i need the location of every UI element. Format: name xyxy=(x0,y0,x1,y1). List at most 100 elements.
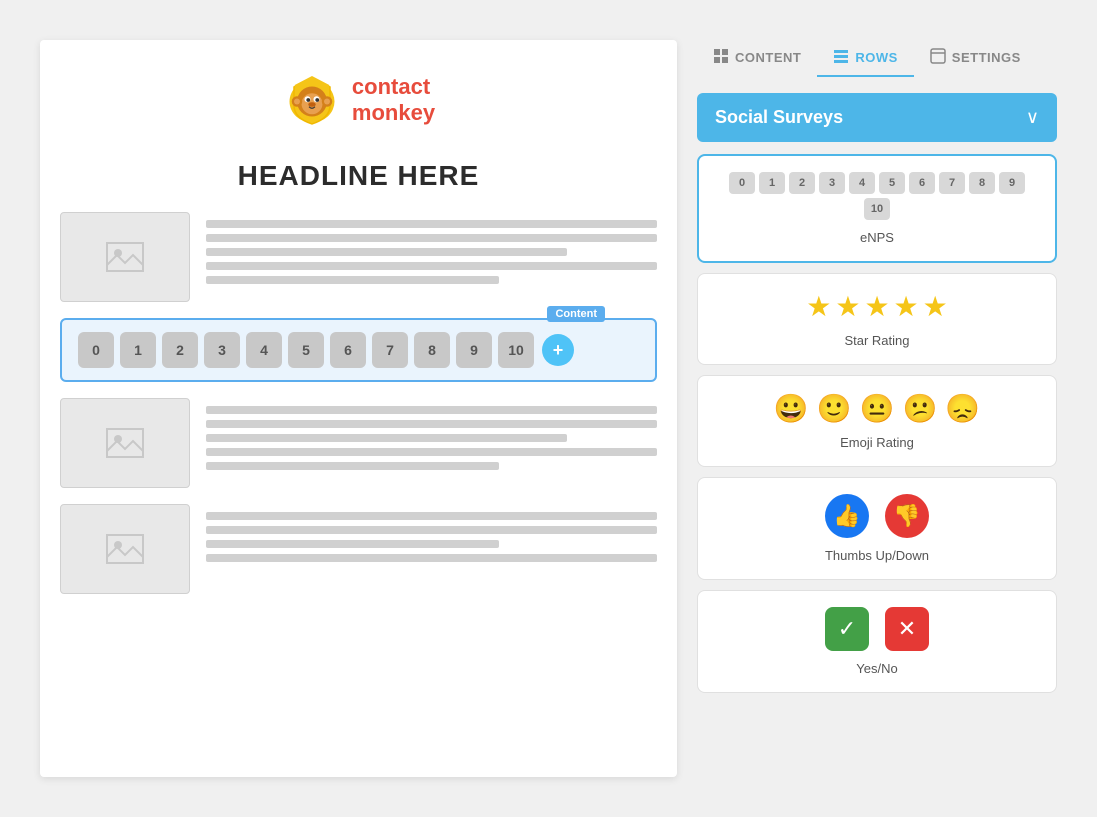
settings-icon xyxy=(930,48,946,67)
thumb-up-icon: 👍 xyxy=(825,494,869,538)
nps-3[interactable]: 3 xyxy=(204,332,240,368)
star-5: ★ xyxy=(923,290,948,323)
enps-numbers: 0 1 2 3 4 5 6 7 8 9 10 xyxy=(715,172,1039,220)
content-row-3 xyxy=(60,504,657,594)
star-rating-label: Star Rating xyxy=(844,333,909,348)
enps-num-6: 6 xyxy=(909,172,935,194)
emoji-row: 😀 🙂 😐 😕 😞 xyxy=(774,392,980,425)
survey-row[interactable]: Content 0 1 2 3 4 5 6 7 8 9 10 + xyxy=(60,318,657,382)
image-icon-1 xyxy=(105,237,145,277)
nps-7[interactable]: 7 xyxy=(372,332,408,368)
image-placeholder-2 xyxy=(60,398,190,488)
emoji-5: 😞 xyxy=(945,392,980,425)
text-line xyxy=(206,434,567,442)
thumbs-label: Thumbs Up/Down xyxy=(825,548,929,563)
enps-num-10: 10 xyxy=(864,198,890,220)
text-line xyxy=(206,276,499,284)
email-headline: HEADLINE HERE xyxy=(238,160,480,191)
social-surveys-header[interactable]: Social Surveys ∨ xyxy=(697,93,1057,142)
text-lines-3 xyxy=(206,504,657,562)
email-preview: contact monkey HEADLINE HERE xyxy=(40,40,677,777)
emoji-4: 😕 xyxy=(902,392,937,425)
emoji-1: 😀 xyxy=(774,392,809,425)
text-line xyxy=(206,234,657,242)
enps-num-0: 0 xyxy=(729,172,755,194)
image-placeholder-1 xyxy=(60,212,190,302)
text-line xyxy=(206,462,499,470)
emoji-rating-label: Emoji Rating xyxy=(840,435,914,450)
star-2: ★ xyxy=(835,290,860,323)
right-panel: CONTENT ROWS SETTINGS Social Surveys ∨ xyxy=(697,40,1057,777)
text-line xyxy=(206,512,657,520)
tab-content-label: CONTENT xyxy=(735,50,801,65)
survey-option-emoji-rating[interactable]: 😀 🙂 😐 😕 😞 Emoji Rating xyxy=(697,375,1057,467)
enps-num-5: 5 xyxy=(879,172,905,194)
text-line xyxy=(206,248,567,256)
image-icon-2 xyxy=(105,423,145,463)
text-line xyxy=(206,526,657,534)
survey-option-thumbs[interactable]: 👍 👎 Thumbs Up/Down xyxy=(697,477,1057,580)
enps-num-8: 8 xyxy=(969,172,995,194)
nps-5[interactable]: 5 xyxy=(288,332,324,368)
star-3: ★ xyxy=(864,290,889,323)
text-line xyxy=(206,420,657,428)
rows-icon xyxy=(833,48,849,67)
tab-rows[interactable]: ROWS xyxy=(817,40,913,77)
image-placeholder-3 xyxy=(60,504,190,594)
add-button[interactable]: + xyxy=(542,334,574,366)
survey-options: 0 1 2 3 4 5 6 7 8 9 10 eNPS ★ ★ xyxy=(697,154,1057,693)
nps-2[interactable]: 2 xyxy=(162,332,198,368)
nps-4[interactable]: 4 xyxy=(246,332,282,368)
star-4: ★ xyxy=(894,290,919,323)
nps-10[interactable]: 10 xyxy=(498,332,534,368)
star-1: ★ xyxy=(806,290,831,323)
tab-rows-label: ROWS xyxy=(855,50,897,65)
stars-row: ★ ★ ★ ★ ★ xyxy=(806,290,948,323)
text-line xyxy=(206,448,657,456)
survey-option-enps[interactable]: 0 1 2 3 4 5 6 7 8 9 10 eNPS xyxy=(697,154,1057,263)
logo-text: contact monkey xyxy=(352,74,435,127)
nps-0[interactable]: 0 xyxy=(78,332,114,368)
emoji-3: 😐 xyxy=(860,392,895,425)
survey-option-yesno[interactable]: ✓ ✕ Yes/No xyxy=(697,590,1057,693)
content-row-1 xyxy=(60,212,657,302)
enps-label: eNPS xyxy=(860,230,894,245)
logo-contact: contact xyxy=(352,74,435,100)
enps-num-7: 7 xyxy=(939,172,965,194)
logo-area: contact monkey xyxy=(60,60,657,140)
nps-1[interactable]: 1 xyxy=(120,332,156,368)
nps-8[interactable]: 8 xyxy=(414,332,450,368)
tab-bar: CONTENT ROWS SETTINGS xyxy=(697,40,1057,77)
emoji-2: 🙂 xyxy=(817,392,852,425)
nps-numbers: 0 1 2 3 4 5 6 7 8 9 10 xyxy=(78,332,534,368)
app-container: contact monkey HEADLINE HERE xyxy=(20,20,1077,797)
text-line xyxy=(206,406,657,414)
nps-6[interactable]: 6 xyxy=(330,332,366,368)
content-row-2 xyxy=(60,398,657,488)
headline-area: HEADLINE HERE xyxy=(60,156,657,196)
yes-button: ✓ xyxy=(825,607,869,651)
enps-num-2: 2 xyxy=(789,172,815,194)
grid-icon xyxy=(713,48,729,67)
text-line xyxy=(206,220,657,228)
enps-num-9: 9 xyxy=(999,172,1025,194)
enps-num-4: 4 xyxy=(849,172,875,194)
text-lines-1 xyxy=(206,212,657,284)
thumb-down-icon: 👎 xyxy=(885,494,929,538)
survey-option-star-rating[interactable]: ★ ★ ★ ★ ★ Star Rating xyxy=(697,273,1057,365)
image-icon-3 xyxy=(105,529,145,569)
logo-icon xyxy=(282,70,342,130)
text-line xyxy=(206,262,657,270)
enps-num-3: 3 xyxy=(819,172,845,194)
yesno-row: ✓ ✕ xyxy=(825,607,929,651)
tab-settings-label: SETTINGS xyxy=(952,50,1021,65)
thumbs-row: 👍 👎 xyxy=(825,494,929,538)
tab-settings[interactable]: SETTINGS xyxy=(914,40,1037,77)
text-line xyxy=(206,540,499,548)
tab-content[interactable]: CONTENT xyxy=(697,40,817,77)
text-line xyxy=(206,554,657,562)
nps-9[interactable]: 9 xyxy=(456,332,492,368)
content-badge: Content xyxy=(547,306,605,322)
yesno-label: Yes/No xyxy=(856,661,897,676)
enps-num-1: 1 xyxy=(759,172,785,194)
